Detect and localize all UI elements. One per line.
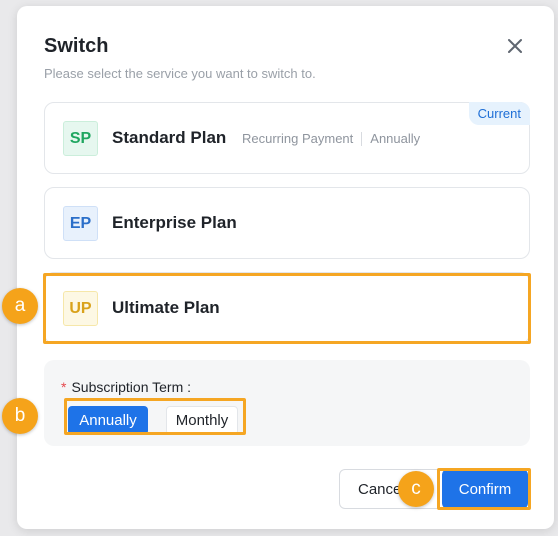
current-badge: Current bbox=[468, 102, 530, 125]
plan-name: Standard Plan bbox=[112, 128, 227, 147]
subscription-term-label: * Subscription Term : bbox=[61, 379, 191, 395]
term-label-colon: : bbox=[187, 379, 192, 395]
switch-dialog: Switch Please select the service you wan… bbox=[17, 6, 554, 529]
dialog-title: Switch bbox=[44, 35, 109, 57]
required-mark: * bbox=[61, 379, 67, 395]
term-option-monthly[interactable]: Monthly bbox=[166, 406, 238, 435]
plan-name: Enterprise Plan bbox=[112, 213, 237, 232]
plan-card-standard[interactable]: SP Standard Plan Recurring Payment Annua… bbox=[44, 102, 530, 174]
plan-badge: UP bbox=[63, 291, 98, 326]
plan-badge: SP bbox=[63, 121, 98, 156]
marker-c: c bbox=[398, 471, 434, 507]
confirm-button[interactable]: Confirm bbox=[442, 469, 528, 509]
term-option-annually[interactable]: Annually bbox=[68, 406, 148, 435]
meta-divider bbox=[361, 131, 363, 146]
dialog-subtitle: Please select the service you want to sw… bbox=[44, 66, 316, 81]
term-label-text: Subscription Term bbox=[71, 379, 184, 395]
plan-billing-type: Recurring Payment bbox=[242, 131, 354, 146]
plan-card-ultimate[interactable]: UP Ultimate Plan bbox=[44, 272, 530, 344]
plan-billing-period: Annually bbox=[370, 131, 421, 146]
plan-badge: EP bbox=[63, 206, 98, 241]
marker-a: a bbox=[2, 288, 38, 324]
plan-card-enterprise[interactable]: EP Enterprise Plan bbox=[44, 187, 530, 259]
plan-name: Ultimate Plan bbox=[112, 298, 220, 317]
plan-meta: Recurring Payment Annually bbox=[242, 131, 420, 146]
close-icon[interactable] bbox=[504, 35, 526, 57]
marker-b: b bbox=[2, 398, 38, 434]
subscription-term-section: * Subscription Term : Annually Monthly bbox=[44, 360, 530, 446]
